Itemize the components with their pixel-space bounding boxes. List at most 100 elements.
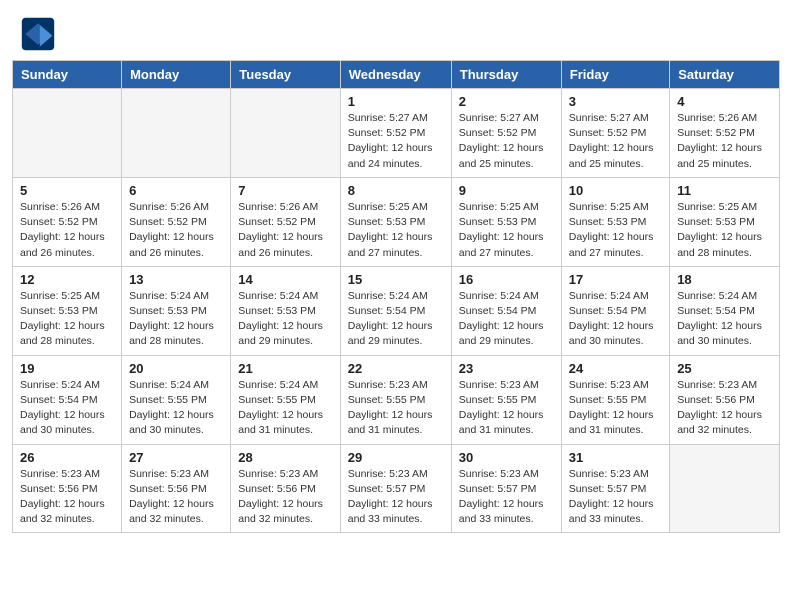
day-info: Sunrise: 5:24 AM Sunset: 5:53 PM Dayligh…	[238, 289, 332, 350]
calendar-cell	[670, 444, 780, 533]
day-info: Sunrise: 5:24 AM Sunset: 5:54 PM Dayligh…	[348, 289, 444, 350]
day-info: Sunrise: 5:25 AM Sunset: 5:53 PM Dayligh…	[459, 200, 554, 261]
day-info: Sunrise: 5:23 AM Sunset: 5:56 PM Dayligh…	[20, 467, 114, 528]
day-info: Sunrise: 5:25 AM Sunset: 5:53 PM Dayligh…	[20, 289, 114, 350]
calendar-cell: 13 Sunrise: 5:24 AM Sunset: 5:53 PM Dayli…	[122, 266, 231, 355]
day-info: Sunrise: 5:23 AM Sunset: 5:57 PM Dayligh…	[459, 467, 554, 528]
day-number: 19	[20, 361, 114, 376]
day-number: 22	[348, 361, 444, 376]
day-info: Sunrise: 5:23 AM Sunset: 5:55 PM Dayligh…	[348, 378, 444, 439]
calendar-cell: 28Sunrise: 5:23 AM Sunset: 5:56 PM Dayli…	[231, 444, 340, 533]
day-info: Sunrise: 5:24 AM Sunset: 5:54 PM Dayligh…	[677, 289, 772, 350]
day-info: Sunrise: 5:26 AM Sunset: 5:52 PM Dayligh…	[129, 200, 223, 261]
day-number: 23	[459, 361, 554, 376]
day-header-thursday: Thursday	[451, 61, 561, 89]
day-number: 7	[238, 183, 332, 198]
day-number: 10	[569, 183, 662, 198]
week-row-5: 26Sunrise: 5:23 AM Sunset: 5:56 PM Dayli…	[13, 444, 780, 533]
week-row-4: 19 Sunrise: 5:24 AM Sunset: 5:54 PM Dayli…	[13, 355, 780, 444]
day-number: 27	[129, 450, 223, 465]
week-row-2: 5 Sunrise: 5:26 AM Sunset: 5:52 PM Daylig…	[13, 177, 780, 266]
day-info: Sunrise: 5:24 AM Sunset: 5:54 PM Dayligh…	[459, 289, 554, 350]
day-header-friday: Friday	[561, 61, 669, 89]
day-number: 21	[238, 361, 332, 376]
day-header-saturday: Saturday	[670, 61, 780, 89]
day-info: Sunrise: 5:27 AM Sunset: 5:52 PM Dayligh…	[348, 111, 444, 172]
calendar-table: SundayMondayTuesdayWednesdayThursdayFrid…	[12, 60, 780, 533]
day-header-sunday: Sunday	[13, 61, 122, 89]
calendar-cell: 24 Sunrise: 5:23 AM Sunset: 5:55 PM Dayli…	[561, 355, 669, 444]
logo	[20, 16, 62, 52]
calendar-cell: 12 Sunrise: 5:25 AM Sunset: 5:53 PM Dayli…	[13, 266, 122, 355]
calendar-cell: 16 Sunrise: 5:24 AM Sunset: 5:54 PM Dayli…	[451, 266, 561, 355]
calendar-cell: 30 Sunrise: 5:23 AM Sunset: 5:57 PM Dayli…	[451, 444, 561, 533]
calendar-cell: 11 Sunrise: 5:25 AM Sunset: 5:53 PM Dayli…	[670, 177, 780, 266]
calendar-cell: 7 Sunrise: 5:26 AM Sunset: 5:52 PM Daylig…	[231, 177, 340, 266]
day-info: Sunrise: 5:24 AM Sunset: 5:54 PM Dayligh…	[20, 378, 114, 439]
day-info: Sunrise: 5:23 AM Sunset: 5:55 PM Dayligh…	[459, 378, 554, 439]
day-number: 1	[348, 94, 444, 109]
calendar-cell: 1 Sunrise: 5:27 AM Sunset: 5:52 PM Daylig…	[340, 89, 451, 178]
day-info: Sunrise: 5:27 AM Sunset: 5:52 PM Dayligh…	[459, 111, 554, 172]
calendar-cell: 20Sunrise: 5:24 AM Sunset: 5:55 PM Dayli…	[122, 355, 231, 444]
day-info: Sunrise: 5:27 AM Sunset: 5:52 PM Dayligh…	[569, 111, 662, 172]
day-number: 9	[459, 183, 554, 198]
day-number: 2	[459, 94, 554, 109]
day-info: Sunrise: 5:23 AM Sunset: 5:56 PM Dayligh…	[129, 467, 223, 528]
day-number: 31	[569, 450, 662, 465]
calendar-cell: 15 Sunrise: 5:24 AM Sunset: 5:54 PM Dayli…	[340, 266, 451, 355]
calendar-cell: 5 Sunrise: 5:26 AM Sunset: 5:52 PM Daylig…	[13, 177, 122, 266]
calendar-cell: 6 Sunrise: 5:26 AM Sunset: 5:52 PM Daylig…	[122, 177, 231, 266]
calendar-wrap: SundayMondayTuesdayWednesdayThursdayFrid…	[0, 60, 792, 545]
calendar-cell: 3Sunrise: 5:27 AM Sunset: 5:52 PM Daylig…	[561, 89, 669, 178]
day-number: 20	[129, 361, 223, 376]
day-info: Sunrise: 5:26 AM Sunset: 5:52 PM Dayligh…	[238, 200, 332, 261]
logo-icon	[20, 16, 56, 52]
day-header-wednesday: Wednesday	[340, 61, 451, 89]
day-number: 18	[677, 272, 772, 287]
week-row-1: 1 Sunrise: 5:27 AM Sunset: 5:52 PM Daylig…	[13, 89, 780, 178]
day-info: Sunrise: 5:23 AM Sunset: 5:57 PM Dayligh…	[348, 467, 444, 528]
day-number: 5	[20, 183, 114, 198]
day-number: 16	[459, 272, 554, 287]
calendar-cell: 23 Sunrise: 5:23 AM Sunset: 5:55 PM Dayli…	[451, 355, 561, 444]
day-number: 24	[569, 361, 662, 376]
day-number: 6	[129, 183, 223, 198]
day-info: Sunrise: 5:25 AM Sunset: 5:53 PM Dayligh…	[348, 200, 444, 261]
day-info: Sunrise: 5:24 AM Sunset: 5:54 PM Dayligh…	[569, 289, 662, 350]
calendar-cell: 2 Sunrise: 5:27 AM Sunset: 5:52 PM Daylig…	[451, 89, 561, 178]
day-info: Sunrise: 5:26 AM Sunset: 5:52 PM Dayligh…	[20, 200, 114, 261]
day-info: Sunrise: 5:24 AM Sunset: 5:53 PM Dayligh…	[129, 289, 223, 350]
day-header-monday: Monday	[122, 61, 231, 89]
day-number: 13	[129, 272, 223, 287]
day-info: Sunrise: 5:25 AM Sunset: 5:53 PM Dayligh…	[677, 200, 772, 261]
day-number: 15	[348, 272, 444, 287]
day-info: Sunrise: 5:25 AM Sunset: 5:53 PM Dayligh…	[569, 200, 662, 261]
calendar-cell	[122, 89, 231, 178]
page-header	[0, 0, 792, 60]
day-info: Sunrise: 5:23 AM Sunset: 5:55 PM Dayligh…	[569, 378, 662, 439]
calendar-header-row: SundayMondayTuesdayWednesdayThursdayFrid…	[13, 61, 780, 89]
day-info: Sunrise: 5:23 AM Sunset: 5:57 PM Dayligh…	[569, 467, 662, 528]
calendar-cell: 22 Sunrise: 5:23 AM Sunset: 5:55 PM Dayli…	[340, 355, 451, 444]
day-number: 25	[677, 361, 772, 376]
day-number: 14	[238, 272, 332, 287]
day-number: 17	[569, 272, 662, 287]
calendar-cell: 21Sunrise: 5:24 AM Sunset: 5:55 PM Dayli…	[231, 355, 340, 444]
calendar-cell: 27 Sunrise: 5:23 AM Sunset: 5:56 PM Dayli…	[122, 444, 231, 533]
day-info: Sunrise: 5:23 AM Sunset: 5:56 PM Dayligh…	[238, 467, 332, 528]
day-number: 12	[20, 272, 114, 287]
day-number: 4	[677, 94, 772, 109]
day-header-tuesday: Tuesday	[231, 61, 340, 89]
calendar-cell: 18 Sunrise: 5:24 AM Sunset: 5:54 PM Dayli…	[670, 266, 780, 355]
calendar-cell: 8Sunrise: 5:25 AM Sunset: 5:53 PM Daylig…	[340, 177, 451, 266]
day-info: Sunrise: 5:26 AM Sunset: 5:52 PM Dayligh…	[677, 111, 772, 172]
calendar-cell: 25 Sunrise: 5:23 AM Sunset: 5:56 PM Dayli…	[670, 355, 780, 444]
day-number: 11	[677, 183, 772, 198]
day-number: 29	[348, 450, 444, 465]
day-info: Sunrise: 5:23 AM Sunset: 5:56 PM Dayligh…	[677, 378, 772, 439]
calendar-cell: 31 Sunrise: 5:23 AM Sunset: 5:57 PM Dayli…	[561, 444, 669, 533]
week-row-3: 12 Sunrise: 5:25 AM Sunset: 5:53 PM Dayli…	[13, 266, 780, 355]
calendar-cell	[13, 89, 122, 178]
day-number: 30	[459, 450, 554, 465]
